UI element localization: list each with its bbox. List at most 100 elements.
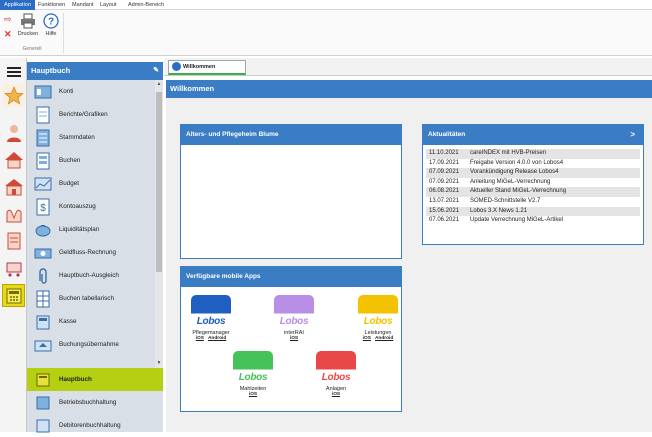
news-date: 11.10.2021: [429, 150, 459, 156]
news-item[interactable]: 06.08.2021 Aktueller Stand MiGeL-Verrechn…: [426, 187, 640, 197]
nav-item-kasse[interactable]: Kasse: [27, 310, 155, 333]
nav-item-buchungsuebernahme[interactable]: Buchungsübernahme: [27, 333, 155, 356]
scroll-down-icon[interactable]: ▼: [156, 360, 162, 366]
news-item[interactable]: 13.07.2021 SOMED-Schnittstelle V2.7: [426, 197, 640, 207]
rail-finance[interactable]: [2, 284, 25, 307]
rail-shop[interactable]: [2, 256, 25, 279]
close-icon[interactable]: ✕: [4, 30, 12, 39]
document-icon: [7, 232, 20, 249]
menu-tab-layout[interactable]: Layout: [96, 0, 121, 10]
hamburger-menu-button[interactable]: [2, 60, 25, 83]
nav-list: Konti Berichte/Grafiken Stammdaten Buche…: [27, 80, 155, 368]
print-button[interactable]: Drucken: [16, 13, 40, 37]
nav-item-kontoauszug[interactable]: $ Kontoauszug: [27, 195, 155, 218]
news-date: 07.06.2021: [429, 217, 460, 224]
app-logo-icon[interactable]: Lobos: [233, 351, 273, 385]
menu-tab-mandant[interactable]: Mandant: [68, 0, 97, 10]
app-logo-icon[interactable]: Lobos: [191, 295, 231, 329]
menu-tab-applikation[interactable]: Applikation: [0, 0, 35, 10]
news-card: Aktualitäten > 11.10.2021 careINDEX mit H…: [422, 124, 644, 245]
ios-link[interactable]: iOS: [290, 336, 298, 341]
news-more-button[interactable]: >: [630, 125, 635, 145]
ios-link[interactable]: iOS: [363, 336, 371, 341]
app-logo-icon[interactable]: Lobos: [274, 295, 314, 329]
app-tile[interactable]: Lobos Pflegemanager iOS Android: [186, 295, 236, 341]
dashboard: Alters- und Pflegeheim Blume Aktualitäte…: [166, 98, 652, 432]
tab-label: Willkommen: [183, 64, 216, 70]
exit-icon[interactable]: ⇨: [4, 15, 12, 24]
star-icon: [3, 85, 24, 105]
news-item[interactable]: 07.09.2021 Vorankündigung Release Lobos4: [426, 168, 640, 178]
nav-item-liquiditaetsplan[interactable]: Liquiditätsplan: [27, 218, 155, 241]
nav-item-label: Buchen: [59, 157, 81, 164]
app-logo-icon[interactable]: Lobos: [358, 295, 398, 329]
ios-link[interactable]: iOS: [332, 392, 340, 397]
help-button[interactable]: ? Hilfe: [41, 13, 61, 37]
app-store-links: iOS Android: [186, 336, 236, 341]
hamburger-icon: [6, 66, 21, 77]
rail-residents[interactable]: [2, 121, 25, 144]
rail-facility[interactable]: [2, 175, 25, 198]
printer-icon: [21, 13, 35, 29]
news-item[interactable]: 11.10.2021 careINDEX mit HVB-Preisen: [426, 149, 640, 159]
nav-title: Hauptbuch: [31, 66, 71, 75]
app-logo-text: Lobos: [321, 372, 351, 383]
paperclip-icon: [33, 267, 53, 285]
tab-willkommen[interactable]: Willkommen: [168, 60, 246, 75]
app-store-links: iOS: [269, 336, 319, 341]
app-tile[interactable]: Lobos interRAI iOS: [269, 295, 319, 341]
ios-link[interactable]: iOS: [249, 392, 257, 397]
nav-item-berichte[interactable]: Berichte/Grafiken: [27, 103, 155, 126]
app-logo-text: Lobos: [279, 316, 309, 327]
app-tile[interactable]: Lobos Mahlzeiten iOS: [228, 351, 278, 397]
rail-care[interactable]: [2, 202, 25, 225]
menu-tab-funktionen[interactable]: Funktionen: [34, 0, 69, 10]
apps-card-title: Verfügbare mobile Apps: [181, 267, 401, 287]
app-tile[interactable]: Lobos Anlagen iOS: [311, 351, 361, 397]
section-debitorenbuchhaltung[interactable]: Debitorenbuchhaltung: [27, 414, 163, 437]
section-hauptbuch[interactable]: Hauptbuch: [27, 368, 163, 391]
rail-home[interactable]: [2, 148, 25, 171]
app-logo-icon[interactable]: Lobos: [316, 351, 356, 385]
nav-item-buchen-tabellarisch[interactable]: Buchen tabellarisch: [27, 287, 155, 310]
section-betriebsbuchhaltung[interactable]: Betriebsbuchhaltung: [27, 391, 163, 414]
nav-item-geldfluss[interactable]: Geldfluss-Rechnung: [27, 241, 155, 264]
nav-item-hauptbuch-ausgleich[interactable]: Hauptbuch-Ausgleich: [27, 264, 155, 287]
report-icon: [33, 106, 53, 124]
nav-item-buchen[interactable]: Buchen: [27, 149, 155, 172]
nav-scrollbar-thumb[interactable]: [156, 92, 162, 272]
rail-favorites[interactable]: [2, 84, 25, 107]
nav-item-label: Liquiditätsplan: [59, 226, 100, 233]
app-tile[interactable]: Lobos Leistungen iOS Android: [353, 295, 403, 341]
news-text: SOMED-Schnittstelle V2.7: [470, 198, 541, 204]
nav-item-konti[interactable]: Konti: [27, 80, 155, 103]
news-item[interactable]: 07.09.2021 Anleitung MiGeL-Verrechnung: [426, 178, 640, 188]
tab-strip: Willkommen: [164, 58, 652, 76]
nav-item-stammdaten[interactable]: Stammdaten: [27, 126, 155, 149]
ledger-icon: [33, 371, 53, 389]
app-store-links: iOS: [228, 392, 278, 397]
nav-item-label: Konti: [59, 88, 74, 95]
news-item[interactable]: 07.06.2021 Update Verrechnung MiGeL-Artik…: [426, 216, 640, 226]
nav-item-label: Kasse: [59, 318, 77, 325]
nav-item-budget[interactable]: Budget: [27, 172, 155, 195]
app-logo-text: Lobos: [238, 372, 268, 383]
news-date: 06.08.2021: [429, 188, 460, 195]
android-link[interactable]: Android: [208, 336, 226, 341]
app-store-links: iOS Android: [353, 336, 403, 341]
pin-icon[interactable]: ✎: [153, 62, 159, 80]
scroll-up-icon[interactable]: ▲: [156, 81, 162, 87]
news-item[interactable]: 17.09.2021 Freigabe Version 4.0.0 von Lob…: [426, 159, 640, 169]
news-item[interactable]: 15.06.2021 Lobos 3.X News 1.21: [426, 206, 640, 217]
news-date: 07.09.2021: [429, 169, 460, 176]
ios-link[interactable]: iOS: [196, 336, 204, 341]
app-logo-text: Lobos: [196, 316, 226, 327]
news-date: 13.07.2021: [429, 198, 460, 204]
calculator-icon: [6, 288, 21, 303]
news-card-title: Aktualitäten: [428, 131, 466, 138]
menu-tab-admin[interactable]: Admin-Bereich: [124, 0, 168, 10]
rail-documents[interactable]: [2, 229, 25, 252]
news-card-header: Aktualitäten >: [423, 125, 643, 145]
news-text: Aktueller Stand MiGeL-Verrechnung: [470, 188, 567, 195]
android-link[interactable]: Android: [375, 336, 393, 341]
